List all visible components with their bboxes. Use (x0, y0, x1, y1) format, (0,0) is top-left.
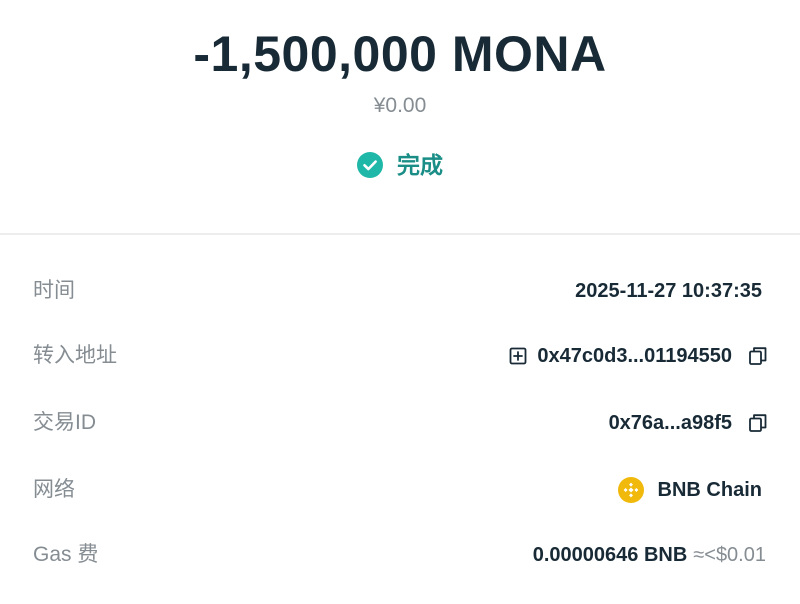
copy-icon[interactable] (748, 346, 768, 366)
tx-id-value-wrap: 0x76a...a98f5 (609, 403, 768, 443)
transaction-amount: -1,500,000 MONA (193, 26, 607, 82)
to-address-value: 0x47c0d3...01194550 (537, 344, 732, 367)
detail-row-network: 网络 BNB Chain (0, 470, 800, 510)
detail-row-time: 时间 2025-11-27 10:37:35 (0, 271, 800, 311)
plus-square-icon[interactable] (509, 347, 527, 365)
to-address-label: 转入地址 (33, 344, 117, 367)
to-address-value-wrap: 0x47c0d3...01194550 (509, 336, 768, 376)
detail-row-to-address: 转入地址 0x47c0d3...01194550 (0, 336, 800, 376)
detail-row-tx-id: 交易ID 0x76a...a98f5 (0, 403, 800, 443)
bnb-logo-icon (617, 477, 644, 503)
detail-row-gas-fee: Gas 费 0.00000646 BNB ≈<$0.01 (0, 535, 800, 575)
status-indicator: 完成 (0, 150, 800, 180)
fiat-value: ¥0.00 (373, 94, 427, 117)
gas-fee-value: 0.00000646 BNB (532, 543, 688, 566)
gas-fee-label: Gas 费 (33, 543, 99, 566)
status-text: 完成 (397, 152, 443, 178)
gas-fee-value-wrap: 0.00000646 BNB ≈<$0.01 (533, 535, 766, 575)
section-divider (0, 233, 800, 235)
time-value: 2025-11-27 10:37:35 (575, 279, 762, 302)
tx-id-value: 0x76a...a98f5 (608, 411, 732, 434)
network-label: 网络 (33, 478, 75, 501)
network-value: BNB Chain (657, 478, 762, 501)
copy-icon[interactable] (748, 413, 768, 433)
check-circle-icon (357, 152, 383, 178)
network-value-wrap: BNB Chain (617, 470, 762, 510)
time-label: 时间 (33, 279, 75, 302)
tx-id-label: 交易ID (33, 411, 96, 434)
transaction-detail-screen: -1,500,000 MONA ¥0.00 完成 时间 2025-11-27 1… (0, 0, 800, 604)
gas-fee-fiat-approx: ≈<$0.01 (693, 543, 766, 566)
time-value-wrap: 2025-11-27 10:37:35 (575, 271, 762, 311)
